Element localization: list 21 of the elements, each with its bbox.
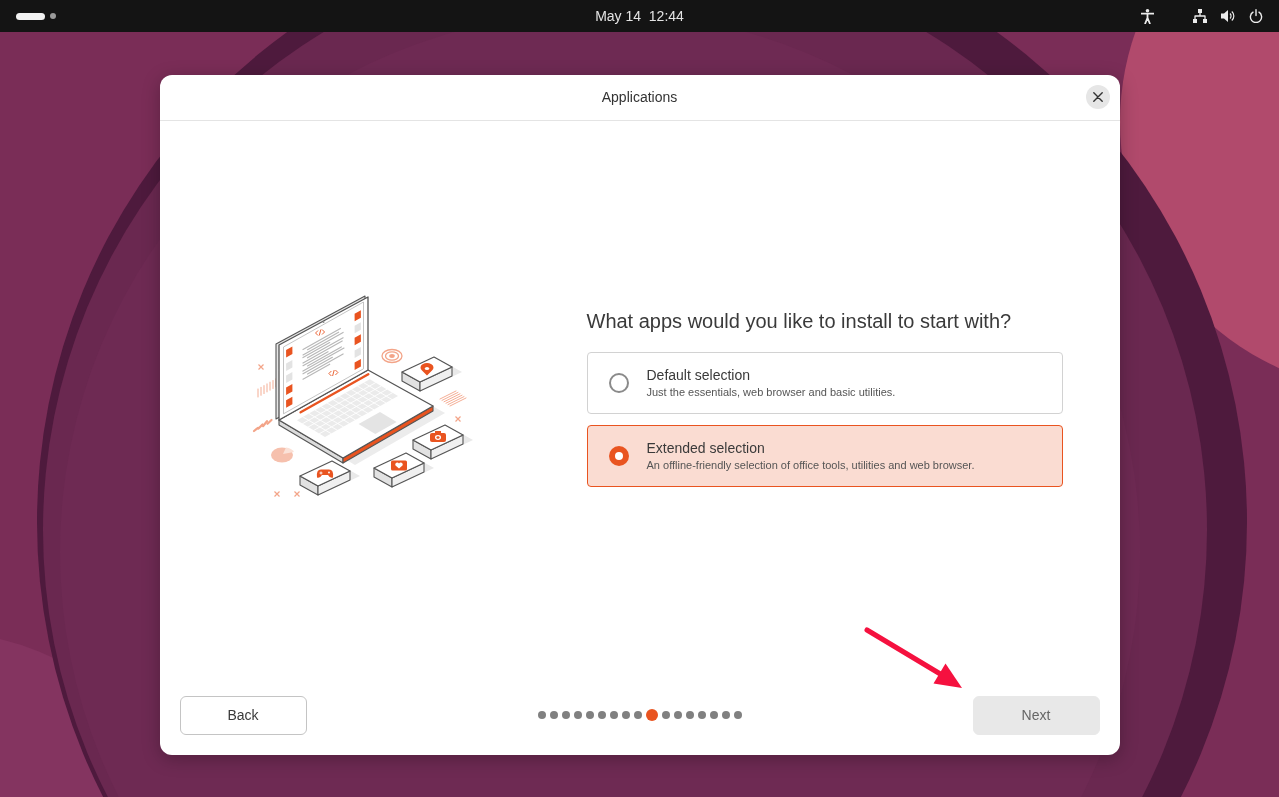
option-card[interactable]: Default selection Just the essentials, web browser and basic utilities. [586,352,1063,414]
option-card[interactable]: Extended selection An offline-friendly selection of office tools, utilities and web browser. [586,425,1063,487]
radio-button[interactable] [608,373,629,393]
back-button[interactable]: Back [179,695,307,735]
workspace-indicator-icon[interactable] [50,13,56,19]
network-icon[interactable] [1193,9,1207,23]
accessibility-icon[interactable] [1141,8,1154,24]
option-description: An offline-friendly selection of office tools, utilities and web browser. [646,458,975,472]
volume-icon[interactable] [1221,9,1235,23]
close-icon [1092,92,1103,102]
next-button[interactable]: Next [972,695,1100,735]
window-title: Applications [601,87,678,107]
option-title: Default selection [646,367,751,384]
workspace-indicator-icon[interactable] [16,12,45,20]
radio-button[interactable] [608,446,629,466]
option-title: Extended selection [646,440,766,457]
option-description: Just the essentials, web browser and basic utilities. [646,385,896,399]
close-button[interactable] [1085,85,1110,109]
question-heading: What apps would you like to install to start with? [586,309,1013,333]
clock-button[interactable]: May 14 12:44 [587,5,692,27]
power-icon[interactable] [1249,9,1263,23]
